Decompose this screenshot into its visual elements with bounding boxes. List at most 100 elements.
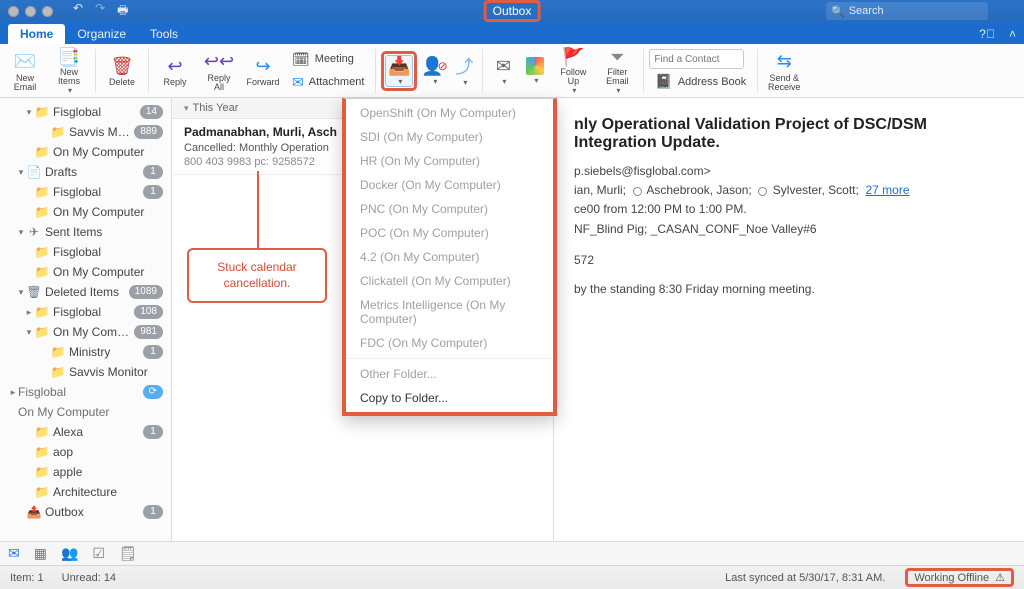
delete-button[interactable]: 🗑Delete	[101, 46, 143, 96]
count-badge: 981	[134, 325, 163, 339]
sidebar-item[interactable]: ▾🗑Deleted Items1089	[0, 282, 171, 302]
sidebar-item-label: Architecture	[53, 485, 163, 499]
sidebar-item[interactable]: 📁Architecture	[0, 482, 171, 502]
sidebar-item[interactable]: 📁On My Computer	[0, 202, 171, 222]
sidebar-item[interactable]: ▾✈Sent Items	[0, 222, 171, 242]
undo-icon[interactable]: ↶	[73, 1, 83, 22]
count-badge: 1	[143, 505, 163, 519]
reply-button[interactable]: ↩Reply	[154, 46, 196, 96]
menu-item[interactable]: Copy to Folder...	[346, 386, 553, 410]
sidebar-item[interactable]: ▸📁Fisglobal108	[0, 302, 171, 322]
sidebar-item-label: Ministry	[69, 345, 143, 359]
sidebar-item[interactable]: 📁apple	[0, 462, 171, 482]
categorize-button[interactable]	[520, 55, 550, 87]
help-icon[interactable]: ?⃝	[973, 27, 1001, 44]
close-window[interactable]	[8, 6, 19, 17]
nav-notes-icon[interactable]: 🗒	[119, 545, 137, 562]
sidebar-item[interactable]: 📁Ministry1	[0, 342, 171, 362]
sidebar-item-label: Fisglobal	[18, 385, 143, 399]
menu-item[interactable]: Clickatell (On My Computer)	[346, 269, 553, 293]
folder-icon: 📁	[50, 345, 66, 359]
sidebar-item[interactable]: ▸Fisglobal⟳	[0, 382, 171, 402]
address-book-button[interactable]: 📓Address Book	[649, 71, 752, 92]
sidebar-item-label: aop	[53, 445, 163, 459]
count-badge: 1089	[129, 285, 163, 299]
menu-item[interactable]: Other Folder...	[346, 362, 553, 386]
menu-item[interactable]: HR (On My Computer)	[346, 149, 553, 173]
reading-where: NF_Blind Pig; _CASAN_CONF_Noe Valley#6	[574, 220, 1004, 239]
sidebar-item[interactable]: 📁Savvis Monitor	[0, 362, 171, 382]
sidebar-item[interactable]: 📁Alexa1	[0, 422, 171, 442]
folder-icon: 📁	[50, 365, 66, 379]
move-dropdown: OpenShift (On My Computer)SDI (On My Com…	[342, 98, 557, 416]
menu-item[interactable]: FDC (On My Computer)	[346, 331, 553, 355]
find-contact-input[interactable]	[649, 49, 744, 69]
folder-icon: ✈	[26, 225, 42, 239]
annotation-callout: Stuck calendar cancellation.	[187, 248, 327, 303]
folder-icon: 📁	[34, 325, 50, 339]
count-badge: 1	[143, 185, 163, 199]
junk-button[interactable]: ⤴	[451, 55, 477, 87]
minimize-window[interactable]	[25, 6, 36, 17]
follow-up-button[interactable]: 🚩Follow Up	[552, 46, 594, 96]
sidebar-item[interactable]: ▾📁On My Compu…981	[0, 322, 171, 342]
folder-icon: 📁	[34, 205, 50, 219]
folder-icon: 📁	[34, 485, 50, 499]
unread-button[interactable]: ✉	[488, 55, 518, 87]
zoom-window[interactable]	[42, 6, 53, 17]
status-offline: Working Offline ⚠	[905, 568, 1014, 587]
sidebar-item[interactable]: 📁On My Computer	[0, 142, 171, 162]
sidebar-item[interactable]: 📁Savvis Mon…889	[0, 122, 171, 142]
print-icon[interactable]: 🖶	[117, 1, 128, 22]
nav-tasks-icon[interactable]: ☑	[92, 545, 105, 562]
folder-icon: 📁	[34, 265, 50, 279]
bottom-nav: ✉ ▦ 👥 ☑ 🗒	[0, 541, 1024, 565]
filter-email-button[interactable]: ⏷Filter Email	[596, 46, 638, 96]
meeting-button[interactable]: 🗓Meeting	[286, 49, 370, 70]
send-receive-button[interactable]: ⇆Send & Receive	[763, 46, 805, 96]
nav-calendar-icon[interactable]: ▦	[34, 545, 47, 562]
sidebar-item[interactable]: ▾📄Drafts1	[0, 162, 171, 182]
nav-people-icon[interactable]: 👥	[61, 545, 78, 562]
count-badge: 1	[143, 345, 163, 359]
sidebar-item[interactable]: 📤Outbox1	[0, 502, 171, 522]
menu-item[interactable]: SDI (On My Computer)	[346, 125, 553, 149]
collapse-ribbon-icon[interactable]: ˄	[1001, 27, 1024, 44]
menu-item[interactable]: PNC (On My Computer)	[346, 197, 553, 221]
sidebar-item-label: On My Computer	[18, 405, 163, 419]
global-search[interactable]: 🔍 Search	[826, 2, 988, 20]
nav-mail-icon[interactable]: ✉	[8, 545, 20, 562]
reply-all-button[interactable]: ↩↩Reply All	[198, 46, 240, 96]
sidebar-item-label: Fisglobal	[53, 105, 140, 119]
sidebar-item[interactable]: 📁Fisglobal1	[0, 182, 171, 202]
sidebar-item[interactable]: On My Computer	[0, 402, 171, 422]
window-title: Outbox	[484, 0, 541, 22]
warning-icon: ⚠	[995, 571, 1005, 584]
forward-button[interactable]: ↪Forward	[242, 46, 284, 96]
tab-tools[interactable]: Tools	[138, 24, 190, 44]
rules-button[interactable]: 👤⊘	[419, 55, 449, 87]
sidebar-item-label: On My Computer	[53, 265, 163, 279]
redo-icon[interactable]: ↷	[95, 1, 105, 22]
sidebar-item-label: Sent Items	[45, 225, 163, 239]
folder-sidebar[interactable]: ▾📁Fisglobal14📁Savvis Mon…889📁On My Compu…	[0, 98, 172, 541]
sidebar-item[interactable]: 📁On My Computer	[0, 262, 171, 282]
move-button[interactable]: 📥	[385, 55, 413, 87]
folder-icon: 📁	[34, 105, 50, 119]
sidebar-item[interactable]: ▾📁Fisglobal14	[0, 102, 171, 122]
menu-item[interactable]: OpenShift (On My Computer)	[346, 101, 553, 125]
more-recipients-link[interactable]: 27 more	[866, 183, 910, 197]
menu-item[interactable]: 4.2 (On My Computer)	[346, 245, 553, 269]
menu-item[interactable]: POC (On My Computer)	[346, 221, 553, 245]
menu-item[interactable]: Metrics Intelligence (On My Computer)	[346, 293, 553, 331]
new-email-button[interactable]: ✉️New Email	[4, 46, 46, 96]
sidebar-item[interactable]: 📁aop	[0, 442, 171, 462]
count-badge: 1	[143, 165, 163, 179]
attachment-button[interactable]: ✉Attachment	[286, 72, 370, 93]
tab-organize[interactable]: Organize	[65, 24, 138, 44]
sidebar-item[interactable]: 📁Fisglobal	[0, 242, 171, 262]
new-items-button[interactable]: 📑New Items	[48, 46, 90, 96]
folder-icon: 📁	[34, 305, 50, 319]
tab-home[interactable]: Home	[8, 24, 65, 44]
menu-item[interactable]: Docker (On My Computer)	[346, 173, 553, 197]
